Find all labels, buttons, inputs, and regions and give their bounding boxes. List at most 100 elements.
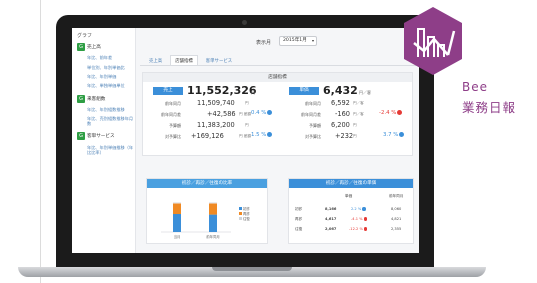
unit-budget-pct-value: 3.7 %: [383, 132, 399, 138]
unit-row-unit: 円: [353, 134, 357, 138]
table-cell-pct: 2.2 %: [351, 207, 366, 211]
legend-label: 往復: [243, 217, 250, 221]
sidebar-item[interactable]: 年比、年別単価推移（年比比率）: [77, 142, 135, 156]
bar-segment: [173, 202, 181, 204]
table-row-label: 初診: [295, 207, 303, 211]
sidebar-item[interactable]: 年比、売別組数推移年月数: [77, 114, 135, 128]
table-cell-prev: 2,355: [391, 227, 402, 231]
down-arrow-icon: [363, 217, 368, 221]
x-tick-label: 当月: [174, 234, 181, 239]
sales-row-value: +169,126: [191, 132, 224, 140]
sales-row-unit: 円: [245, 123, 249, 127]
chevron-down-icon: ▾: [311, 38, 314, 43]
summary-panel-title: 店舗指標: [143, 73, 412, 82]
tab-divider: [140, 65, 416, 66]
legend-label: 再診: [243, 212, 250, 216]
sales-row-value: 11,509,740: [197, 99, 235, 107]
sales-row-value: 11,383,200: [197, 121, 235, 129]
graph-icon: G: [77, 94, 85, 103]
graph-icon: G: [77, 43, 85, 51]
decorative-line: [40, 0, 41, 283]
sidebar-group-service[interactable]: G 客単サービス: [77, 132, 135, 141]
sidebar-item[interactable]: 年比、年別組数推移: [77, 105, 135, 114]
sidebar: グラフ G 売上高 年比、前年差 単位別、年別単価比 年比、年別単価 年比、単独…: [72, 28, 136, 253]
legend-swatch: [239, 207, 242, 210]
unit-price-badge: 単価: [289, 87, 319, 95]
unit-price-unit: 円／客: [359, 90, 371, 95]
x-tick-label: 前年同月: [206, 234, 220, 239]
unit-row-label: 対予算比: [305, 134, 321, 139]
legend-label: 初診: [243, 207, 250, 211]
sales-unit: 円: [251, 90, 255, 95]
unit-row-unit: 円: [353, 123, 357, 127]
sales-row-label: 対予算比: [165, 134, 181, 139]
table-header: 前年同月: [389, 194, 404, 198]
unit-yoy-pct-value: -2.4 %: [379, 110, 397, 116]
summary-panel: 店舗指標 売上 11,552,326 円 前年同月 11,509,740 円 前…: [142, 72, 413, 156]
down-arrow-icon: [397, 110, 403, 115]
month-select[interactable]: 2015年1月 ▾: [279, 36, 317, 46]
legend-item: 往復: [239, 217, 250, 222]
sidebar-item[interactable]: 年比、単独単価単位: [77, 81, 135, 90]
graph-icon: G: [77, 132, 85, 141]
display-month-label: 表示月: [256, 40, 272, 46]
bar-segment: [209, 202, 217, 204]
up-arrow-icon: [267, 132, 273, 137]
table-cell-pct-value: -4.1 %: [351, 217, 363, 221]
unit-row-value: +232: [335, 132, 354, 140]
sales-row-unit: 円: [245, 101, 249, 105]
table-row-label: 往復: [295, 227, 303, 231]
down-arrow-icon: [363, 227, 368, 231]
unit-budget-pct: 3.7 %: [383, 132, 405, 138]
sidebar-group-visitors[interactable]: G 来客組数: [77, 94, 135, 103]
brand-name: Bee: [462, 80, 488, 94]
unit-row-label: 予算額: [309, 123, 321, 128]
sales-yoy-pct: 0.4 %: [251, 110, 273, 116]
up-arrow-icon: [267, 110, 273, 115]
sidebar-title: グラフ: [77, 33, 93, 39]
unit-row-value: 6,200: [331, 121, 350, 129]
bar-segment: [173, 203, 181, 214]
unit-yoy-pct: -2.4 %: [379, 110, 403, 116]
ratio-chart-title: 初診／再診／往復の比率: [147, 179, 267, 188]
table-cell-value: 4,617: [325, 217, 337, 221]
sales-row-label: 予算額: [169, 123, 181, 128]
bar-segment: [209, 203, 217, 215]
sales-row-value: +42,586: [207, 110, 236, 118]
sidebar-item[interactable]: 単位別、年別単価比: [77, 62, 135, 71]
unit-price-table: 単価 前年同月 初診 8,166 2.2 % 8,060 再診 4,617 -4…: [289, 188, 415, 244]
table-cell-value: 8,166: [325, 207, 337, 211]
sidebar-item[interactable]: 年比、年別単価: [77, 72, 135, 81]
table-cell-pct: -12.2 %: [349, 227, 368, 231]
camera-dot: [242, 20, 247, 25]
ratio-bar-chart: 当月 前年同月: [161, 202, 231, 239]
unit-row-unit: 円／客: [353, 101, 364, 105]
chart-legend: 初診 再診 往復: [239, 207, 250, 222]
sales-row-unit: 円 差額: [239, 112, 251, 116]
bee-logo-icon: [404, 7, 462, 75]
legend-swatch: [239, 217, 242, 220]
main-content: 表示月 2015年1月 ▾ 売上高 店舗指標 客単サービス 店舗指標 売上 11…: [136, 28, 419, 253]
sales-row-label: 前年同月: [165, 101, 181, 106]
up-arrow-icon: [399, 132, 405, 137]
sidebar-group-label: 売上高: [87, 45, 101, 50]
table-cell-prev: 4,821: [391, 217, 402, 221]
sidebar-group-label: 来客組数: [87, 96, 106, 102]
sales-value: 11,552,326: [187, 84, 257, 97]
unit-row-value: -160: [335, 110, 350, 118]
table-cell-pct-value: -12.2 %: [349, 227, 363, 231]
table-cell-pct-value: 2.2 %: [351, 207, 362, 211]
legend-swatch: [239, 212, 242, 215]
unit-price-table-title: 初診／再診／往復の単価: [289, 179, 413, 188]
sidebar-group-sales[interactable]: G 売上高: [77, 43, 135, 51]
bar-segment: [173, 214, 181, 232]
laptop-notch: [212, 267, 292, 271]
table-row-label: 再診: [295, 217, 303, 221]
laptop-screen: グラフ G 売上高 年比、前年差 単位別、年別単価比 年比、年別単価 年比、単独…: [72, 28, 419, 253]
up-arrow-icon: [362, 207, 366, 211]
bar-segment: [209, 214, 217, 232]
unit-row-value: 6,592: [331, 99, 350, 107]
sidebar-item[interactable]: 年比、前年差: [77, 53, 135, 62]
topbar: 表示月 2015年1月 ▾: [136, 36, 419, 48]
unit-price-value: 6,432: [323, 84, 358, 97]
